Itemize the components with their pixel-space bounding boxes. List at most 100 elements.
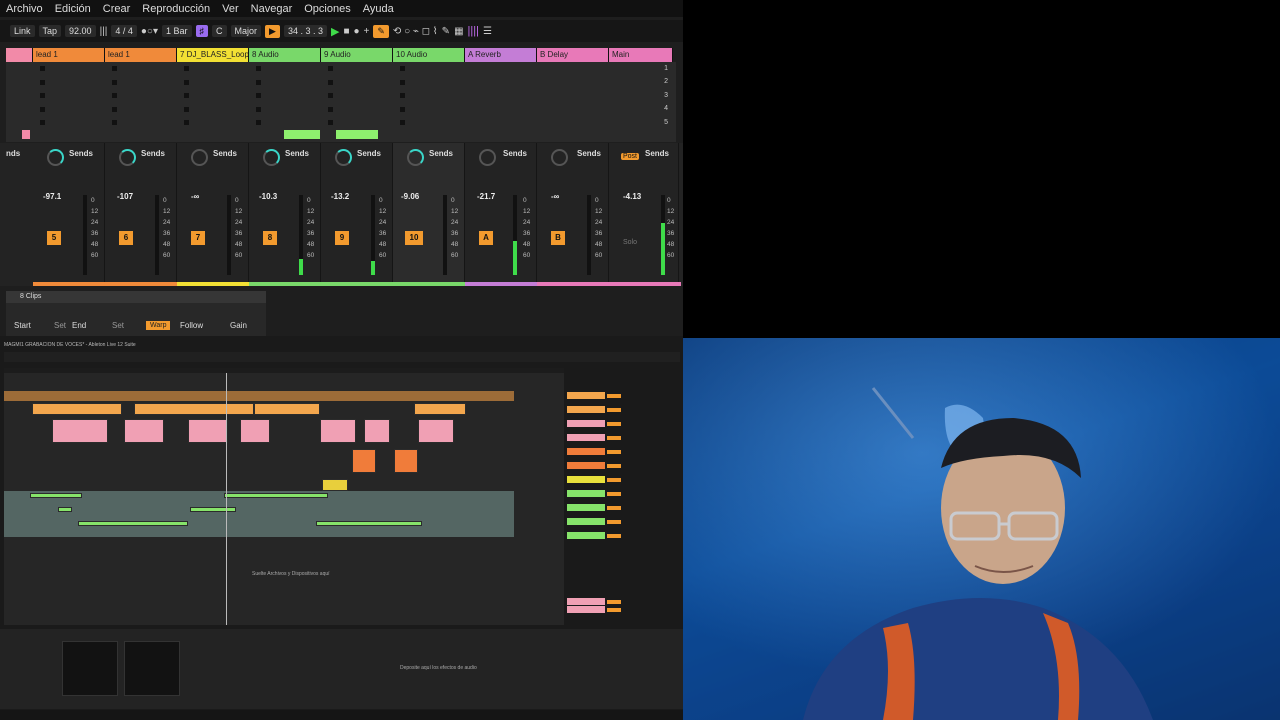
volume-readout[interactable]: -10.3 <box>259 192 277 201</box>
playhead[interactable] <box>226 373 227 625</box>
clip-slot[interactable] <box>40 120 45 125</box>
scale-mode-icon[interactable]: ♯ <box>195 25 208 37</box>
arrangement-clip[interactable] <box>78 521 188 526</box>
key-select[interactable]: C <box>212 25 227 37</box>
track-row[interactable] <box>567 598 677 605</box>
track-header[interactable]: lead 1 <box>105 48 177 62</box>
track-header[interactable]: Main <box>609 48 673 62</box>
scale-select[interactable]: Major <box>230 25 262 37</box>
set-start-button[interactable]: Set <box>54 321 66 330</box>
clip-slot[interactable] <box>112 93 117 98</box>
overview-icon[interactable]: ☰ <box>483 26 492 37</box>
quantize-select[interactable]: 1 Bar <box>161 25 192 37</box>
clip-slot[interactable] <box>400 93 405 98</box>
play-icon[interactable]: ▶ <box>331 25 339 38</box>
track-header[interactable]: 7 DJ_BLASS_Loop <box>177 48 249 62</box>
tempo-field[interactable]: 92.00 <box>65 25 96 37</box>
playing-clip[interactable] <box>284 130 320 139</box>
pencil-icon[interactable]: ✎ <box>442 26 450 37</box>
send-a-knob[interactable] <box>335 149 352 166</box>
clip-slot[interactable] <box>184 66 189 71</box>
track-row[interactable] <box>567 420 677 427</box>
scene-number[interactable]: 4 <box>664 105 668 112</box>
volume-readout[interactable]: -107 <box>117 192 133 201</box>
time-signature-field[interactable]: 4 / 4 <box>111 25 137 37</box>
track-row[interactable] <box>567 606 677 613</box>
clip-stop-indicator[interactable] <box>22 130 30 139</box>
clip-slot[interactable] <box>328 93 333 98</box>
arrangement-clip[interactable] <box>32 403 122 415</box>
arrangement-clip[interactable] <box>414 403 466 415</box>
send-a-knob[interactable] <box>551 149 568 166</box>
arrangement-clip[interactable] <box>224 493 328 498</box>
clip-slot[interactable] <box>112 79 117 85</box>
clip-slot[interactable] <box>40 106 45 112</box>
send-a-knob[interactable] <box>191 149 208 166</box>
scene-number[interactable]: 1 <box>664 65 668 72</box>
menu-crear[interactable]: Crear <box>97 3 137 15</box>
arrangement-clip[interactable] <box>316 521 422 526</box>
track-activator[interactable]: B <box>551 231 565 245</box>
stop-icon[interactable]: ■ <box>343 26 349 37</box>
device-slot[interactable] <box>62 641 118 696</box>
clip-slot[interactable] <box>112 66 117 71</box>
clip-slot[interactable] <box>400 106 405 112</box>
playing-clip[interactable] <box>336 130 378 139</box>
track-activator[interactable]: 6 <box>119 231 133 245</box>
menu-ver[interactable]: Ver <box>216 3 245 15</box>
arrangement-clip[interactable] <box>124 419 164 443</box>
arrangement-clip[interactable] <box>58 507 72 512</box>
arrangement-clip[interactable] <box>190 507 236 512</box>
track-row[interactable] <box>567 504 677 511</box>
track-header[interactable]: 9 Audio <box>321 48 393 62</box>
loop-arrow-icon[interactable]: ▶ <box>265 24 280 38</box>
track-row[interactable] <box>567 490 677 497</box>
clip-slot[interactable] <box>184 106 189 112</box>
session-clip-grid[interactable]: 1 2 3 4 5 <box>6 62 676 142</box>
send-a-knob[interactable] <box>47 149 64 166</box>
track-activator[interactable]: 7 <box>191 231 205 245</box>
clip-slot[interactable] <box>184 93 189 98</box>
arrangement-clip[interactable] <box>364 419 390 443</box>
loop-icon[interactable]: ⟲ ○ ⌁ ◻ ⌇ <box>393 26 438 37</box>
menu-navegar[interactable]: Navegar <box>245 3 299 15</box>
device-slot[interactable] <box>124 641 180 696</box>
menu-edicion[interactable]: Edición <box>49 3 97 15</box>
clip-slot[interactable] <box>40 66 45 71</box>
warp-button[interactable]: Warp <box>146 321 171 330</box>
arrangement-clip[interactable] <box>30 493 82 498</box>
track-activator[interactable]: 10 <box>405 231 423 245</box>
clip-slot[interactable] <box>112 120 117 125</box>
scene-number[interactable]: 5 <box>664 119 668 126</box>
volume-readout[interactable]: -4.13 <box>623 192 641 201</box>
arrangement-view[interactable]: Suelte Archivos y Dispositivos aquí <box>4 373 564 625</box>
track-row[interactable] <box>567 518 677 525</box>
volume-readout[interactable]: -97.1 <box>43 192 61 201</box>
menu-ayuda[interactable]: Ayuda <box>357 3 400 15</box>
track-row[interactable] <box>567 392 677 399</box>
add-icon[interactable]: + <box>364 26 370 37</box>
clip-slot[interactable] <box>112 106 117 112</box>
track-row[interactable] <box>567 462 677 469</box>
clip-slot[interactable] <box>256 120 261 125</box>
track-header[interactable]: B Delay <box>537 48 609 62</box>
track-header[interactable]: A Reverb <box>465 48 537 62</box>
clip-slot[interactable] <box>400 66 405 71</box>
clip-slot[interactable] <box>328 79 333 85</box>
track-row[interactable] <box>567 476 677 483</box>
arrangement-clip[interactable] <box>394 449 418 473</box>
post-button[interactable]: Post <box>621 153 640 160</box>
volume-readout[interactable]: -∞ <box>191 192 199 201</box>
link-button[interactable]: Link <box>10 25 35 37</box>
clip-slot[interactable] <box>400 120 405 125</box>
menu-archivo[interactable]: Archivo <box>0 3 49 15</box>
clip-slot[interactable] <box>184 120 189 125</box>
position-field[interactable]: 34 . 3 . 3 <box>283 25 327 37</box>
arrangement-clip[interactable] <box>188 419 228 443</box>
track-row[interactable] <box>567 434 677 441</box>
draw-mode-icon[interactable]: ✎ <box>373 24 389 38</box>
track-row[interactable] <box>567 406 677 413</box>
track-header[interactable]: lead 1 <box>33 48 105 62</box>
arrangement-clip[interactable] <box>240 419 270 443</box>
metronome-icon[interactable]: ||| <box>100 26 108 37</box>
